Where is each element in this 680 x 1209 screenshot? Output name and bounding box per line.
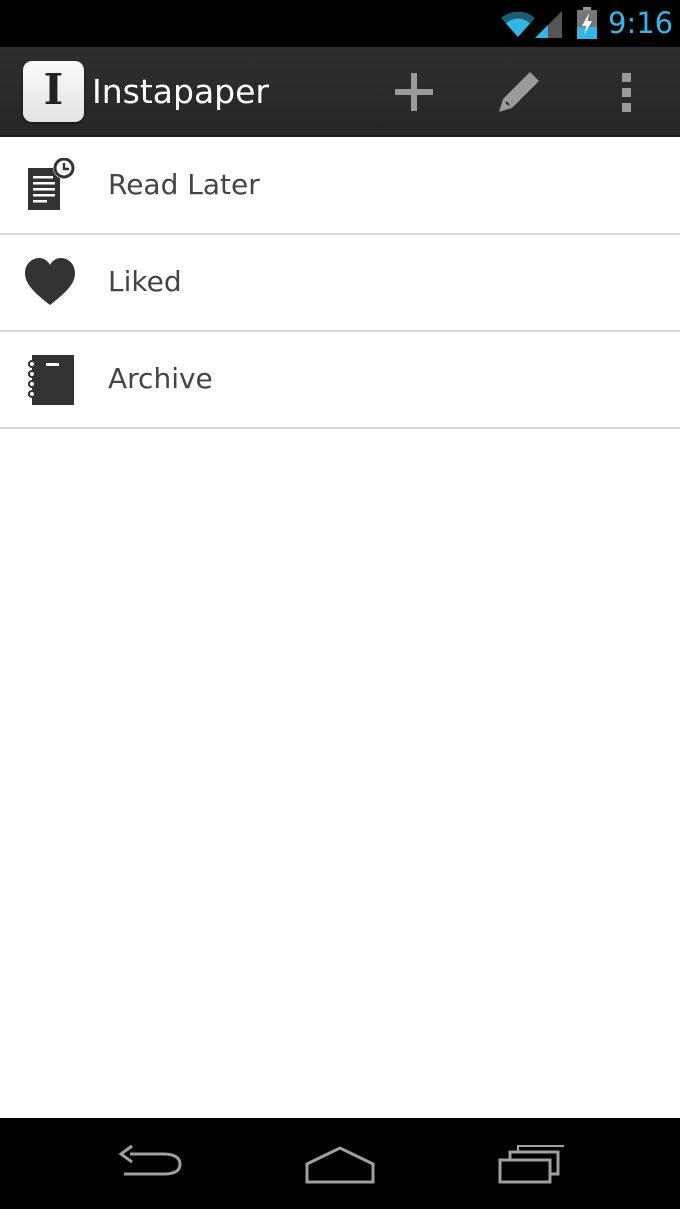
folder-list: Read Later Liked Archive [0, 138, 680, 429]
signal-icon [534, 9, 564, 39]
archive-notebook-icon [22, 352, 78, 408]
instapaper-logo-icon[interactable]: I [23, 61, 84, 122]
clock: 9:16 [608, 6, 674, 40]
back-icon [118, 1144, 182, 1176]
status-bar: 9:16 [0, 0, 680, 47]
heart-icon [22, 255, 78, 311]
list-item-archive[interactable]: Archive [0, 332, 680, 429]
back-button[interactable] [116, 1140, 186, 1186]
add-icon [395, 73, 433, 111]
home-button[interactable] [303, 1140, 377, 1186]
edit-button[interactable] [494, 67, 544, 117]
app-icon-letter: I [43, 65, 64, 114]
wifi-icon [500, 9, 536, 39]
pencil-icon [499, 72, 539, 112]
list-item-label: Liked [108, 265, 182, 298]
recent-apps-icon [498, 1145, 564, 1184]
add-button[interactable] [389, 67, 439, 117]
read-later-icon [22, 158, 78, 214]
overflow-menu-button[interactable] [602, 67, 652, 117]
overflow-menu-icon [622, 73, 631, 112]
list-item-label: Read Later [108, 168, 260, 201]
battery-charging-icon [576, 7, 598, 40]
recent-apps-button[interactable] [496, 1140, 566, 1186]
home-icon [305, 1146, 375, 1184]
list-item-read-later[interactable]: Read Later [0, 138, 680, 235]
navigation-bar [0, 1118, 680, 1209]
list-item-liked[interactable]: Liked [0, 235, 680, 332]
action-bar: I Instapaper [0, 47, 680, 137]
app-title: Instapaper [92, 72, 269, 111]
list-item-label: Archive [108, 362, 213, 395]
